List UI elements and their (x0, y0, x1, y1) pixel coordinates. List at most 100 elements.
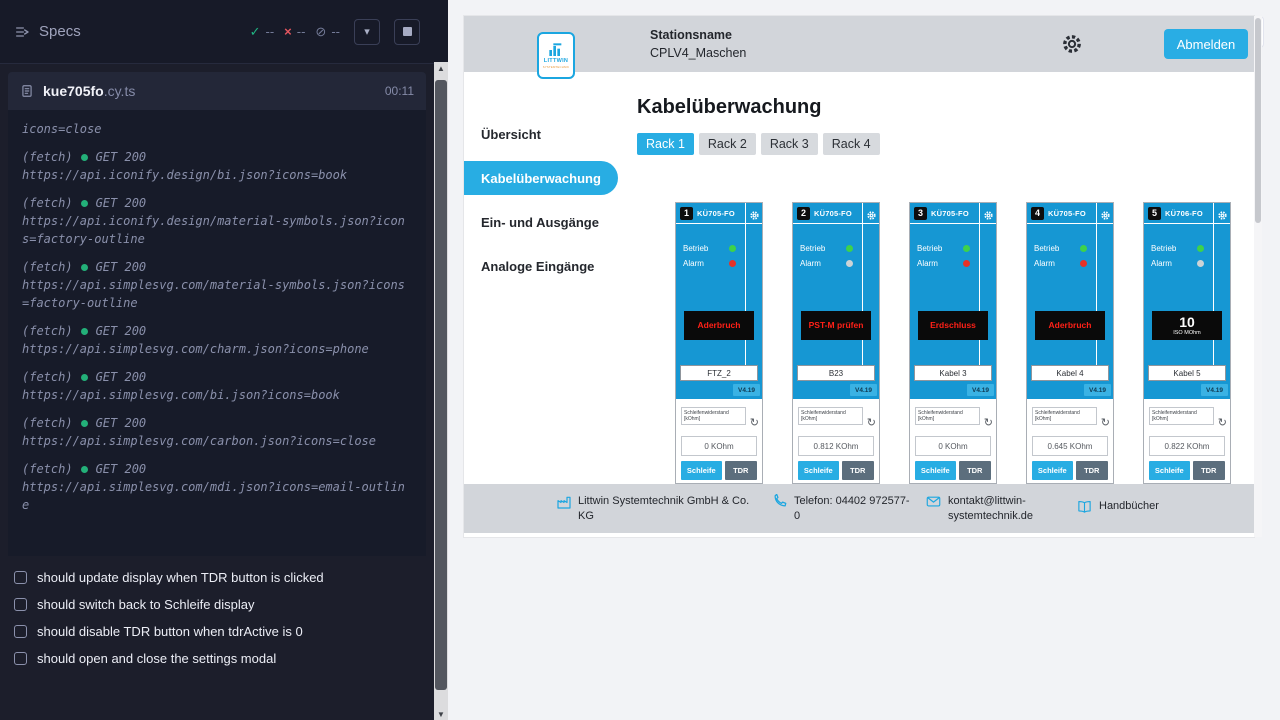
measurement-label: Schleifenwiderstand [kOhm] (1032, 407, 1097, 425)
logo-subtext: SYSTEMTECHNIK (543, 65, 569, 69)
refresh-icon[interactable]: ↻ (867, 418, 876, 429)
app-scrollbar-thumb[interactable] (1255, 18, 1261, 223)
schleife-button[interactable]: Schleife (1149, 461, 1190, 480)
runner-scrollbar[interactable]: ▲ ▼ (434, 0, 448, 720)
app-scrollbar[interactable] (1254, 16, 1262, 537)
refresh-icon[interactable]: ↻ (750, 418, 759, 429)
app-body: Übersicht Kabelüberwachung Ein- und Ausg… (464, 72, 1254, 537)
fetch-label: (fetch) (22, 194, 73, 212)
scroll-up-arrow[interactable]: ▲ (434, 64, 448, 73)
schleife-button[interactable]: Schleife (681, 461, 722, 480)
test-item[interactable]: should disable TDR button when tdrActive… (0, 618, 434, 645)
specs-list-icon (14, 24, 30, 40)
fetch-log-entry[interactable]: (fetch)GET 200 https://api.simplesvg.com… (22, 460, 412, 514)
mail-icon (926, 494, 942, 513)
card-number-badge: 4 (1031, 207, 1044, 220)
test-doc-icon (14, 625, 27, 638)
logo-text: LITTWIN (544, 58, 568, 64)
measurement-label: Schleifenwiderstand [kOhm] (798, 407, 863, 425)
spec-name: kue705fo.cy.ts (43, 83, 135, 99)
tab-rack-2[interactable]: Rack 2 (699, 133, 756, 155)
alarm-row: Alarm (917, 259, 970, 268)
phone-icon (772, 494, 788, 513)
tdr-button[interactable]: TDR (725, 461, 757, 480)
alarm-row: Alarm (800, 259, 853, 268)
refresh-icon[interactable]: ↻ (1218, 418, 1227, 429)
specs-menu-button[interactable]: Specs (14, 23, 81, 40)
fetch-log-entry[interactable]: (fetch)GET 200 https://api.simplesvg.com… (22, 414, 412, 450)
station-name: CPLV4_Maschen (650, 44, 746, 62)
card-number-badge: 1 (680, 207, 693, 220)
spec-file-bar[interactable]: kue705fo.cy.ts 00:11 (8, 72, 426, 110)
tdr-button[interactable]: TDR (1076, 461, 1108, 480)
test-item[interactable]: should switch back to Schleife display (0, 591, 434, 618)
footer-email[interactable]: kontakt@littwin-systemtechnik.de (926, 494, 1063, 523)
spec-file-icon (20, 84, 34, 98)
sidebar-item-uebersicht[interactable]: Übersicht (464, 117, 618, 151)
status-text: 10 (1179, 315, 1195, 330)
fetch-status: GET 200 (96, 368, 147, 386)
fetch-url: https://api.simplesvg.com/charm.json?ico… (22, 340, 412, 358)
footer-phone[interactable]: Telefon: 04402 972577-0 (772, 494, 912, 523)
test-item[interactable]: should open and close the settings modal (0, 645, 434, 672)
fetch-url: https://api.simplesvg.com/mdi.json?icons… (22, 478, 412, 514)
refresh-icon[interactable]: ↻ (984, 418, 993, 429)
sidebar-item-ein-und-ausgaenge[interactable]: Ein- und Ausgänge (464, 205, 618, 239)
tab-rack-4[interactable]: Rack 4 (823, 133, 880, 155)
fetch-log-entry[interactable]: (fetch)GET 200 https://api.iconify.desig… (22, 194, 412, 248)
measurement-panel: Schleifenwiderstand [kOhm] ↻ 0.812 KOhm … (793, 399, 879, 483)
tdr-button[interactable]: TDR (959, 461, 991, 480)
passed-count: ✓-- (250, 24, 275, 40)
firmware-version: V4.19 (850, 384, 877, 396)
refresh-icon[interactable]: ↻ (1101, 418, 1110, 429)
app-footer: Littwin Systemtechnik GmbH & Co. KG Tele… (464, 484, 1254, 533)
tab-rack-1[interactable]: Rack 1 (637, 133, 694, 155)
fetch-log-entry[interactable]: (fetch)GET 200 https://api.simplesvg.com… (22, 322, 412, 358)
footer-manuals[interactable]: Handbücher (1077, 499, 1159, 518)
device-card: 5KÜ706-FO Betrieb Alarm 10ISO MOhm Kabel… (1143, 202, 1231, 484)
collapse-button[interactable]: ▾ (354, 19, 380, 45)
card-buttons: SchleifeTDR (1149, 461, 1225, 480)
card-model: KÜ705-FO (697, 209, 735, 218)
sidebar-item-analoge-eingaenge[interactable]: Analoge Eingänge (464, 249, 618, 283)
tab-rack-3[interactable]: Rack 3 (761, 133, 818, 155)
card-header: 4KÜ705-FO (1027, 203, 1113, 224)
measurement-value: 0.645 KOhm (1032, 436, 1108, 456)
sidebar-item-kabelueberwachung[interactable]: Kabelüberwachung (464, 161, 618, 195)
fetch-status: GET 200 (96, 148, 147, 166)
fetch-label: (fetch) (22, 322, 73, 340)
card-header: 1 KÜ705-FO (676, 203, 762, 224)
fetch-log-entry[interactable]: (fetch)GET 200 https://api.iconify.desig… (22, 148, 412, 184)
aut-area: http://localhost:3000/kabelueberwachung … (448, 0, 1280, 720)
fetch-label: (fetch) (22, 460, 73, 478)
firmware-version: V4.19 (1084, 384, 1111, 396)
test-doc-icon (14, 571, 27, 584)
station-label: Stationsname (650, 26, 746, 44)
cable-name-field: FTZ_2 (680, 365, 758, 381)
tdr-button[interactable]: TDR (1193, 461, 1225, 480)
command-log: icons=close (fetch)GET 200 https://api.i… (8, 110, 426, 556)
fetch-log-entry[interactable]: (fetch)GET 200 https://api.simplesvg.com… (22, 258, 412, 312)
fetch-url: https://api.iconify.design/bi.json?icons… (22, 166, 412, 184)
betrieb-row: Betrieb (800, 244, 853, 253)
littwin-logo: LITTWIN SYSTEMTECHNIK (537, 32, 575, 79)
logout-button[interactable]: Abmelden (1164, 29, 1248, 59)
settings-gear-icon[interactable] (1060, 32, 1084, 56)
scrollbar-thumb[interactable] (435, 80, 447, 690)
schleife-button[interactable]: Schleife (798, 461, 839, 480)
test-item[interactable]: should update display when TDR button is… (0, 564, 434, 591)
schleife-button[interactable]: Schleife (1032, 461, 1073, 480)
status-display: Aderbruch (1035, 311, 1105, 340)
schleife-button[interactable]: Schleife (915, 461, 956, 480)
card-buttons: SchleifeTDR (798, 461, 874, 480)
betrieb-row: Betrieb (683, 244, 736, 253)
spec-timer: 00:11 (385, 84, 414, 98)
fetch-log-entry[interactable]: (fetch)GET 200 https://api.simplesvg.com… (22, 368, 412, 404)
scroll-down-arrow[interactable]: ▼ (434, 710, 448, 719)
tdr-button[interactable]: TDR (842, 461, 874, 480)
measurement-panel: Schleifenwiderstand [kOhm] ↻ 0 KOhm Schl… (676, 399, 762, 483)
pending-icon: ⊘ (315, 24, 326, 40)
log-line-continuation[interactable]: icons=close (22, 120, 412, 138)
stop-button[interactable] (394, 19, 420, 45)
card-right-strip (745, 203, 762, 365)
